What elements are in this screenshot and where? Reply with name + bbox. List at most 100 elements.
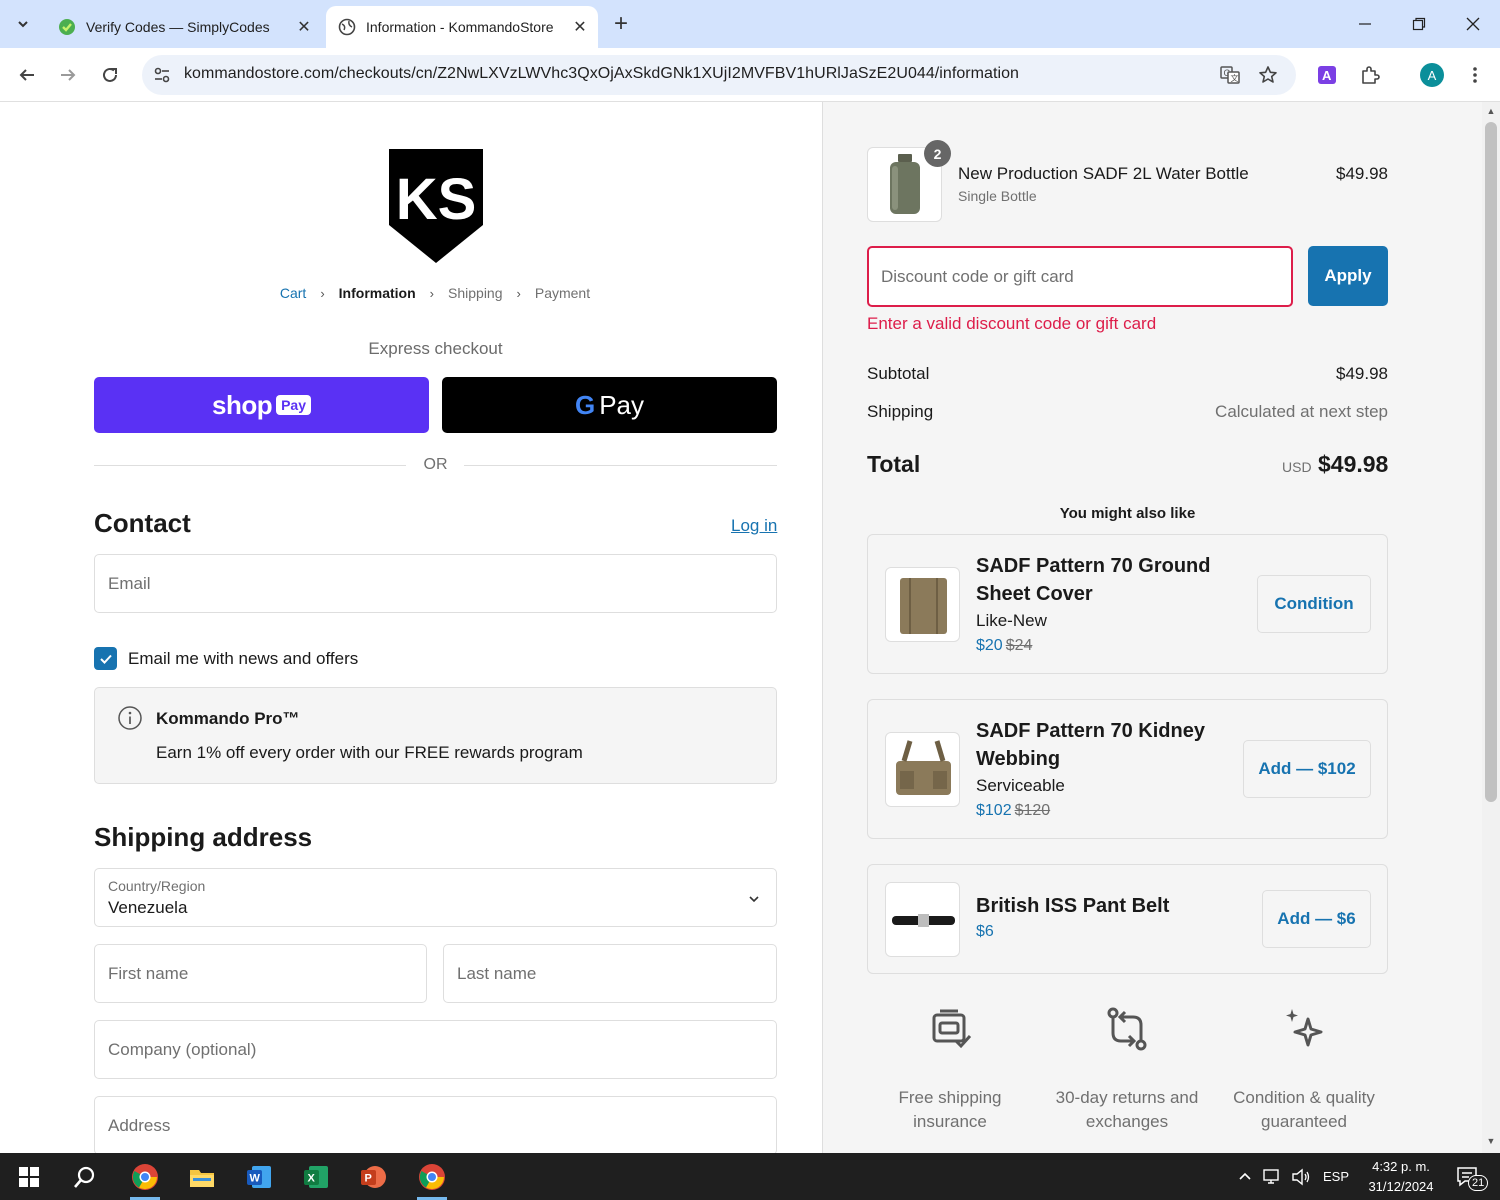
upsell-price: $6 <box>976 923 994 941</box>
shop-pay-button[interactable]: shop Pay <box>94 377 429 433</box>
news-offers-label[interactable]: Email me with news and offers <box>128 649 358 669</box>
quantity-badge: 2 <box>924 140 951 167</box>
page-scrollbar[interactable]: ▲ ▼ <box>1482 102 1500 1153</box>
first-name-field[interactable]: First name <box>94 944 427 1003</box>
bookmark-star-icon[interactable] <box>1254 61 1282 89</box>
last-name-field[interactable]: Last name <box>443 944 777 1003</box>
close-icon <box>1466 17 1480 31</box>
subtotal-value: $49.98 <box>1336 364 1388 383</box>
upsell-card: British ISS Pant Belt $6 Add — $6 <box>867 864 1388 974</box>
apply-discount-button[interactable]: Apply <box>1308 246 1388 306</box>
profile-initial: A <box>1427 67 1437 83</box>
notification-center-button[interactable]: 21 <box>1448 1153 1489 1200</box>
or-label: OR <box>423 456 448 473</box>
restore-button[interactable] <box>1392 0 1446 48</box>
country-value: Venezuela <box>108 898 188 917</box>
sparkle-quality-icon <box>1286 1009 1323 1047</box>
tab-title: Information - KommandoStore <box>366 19 554 35</box>
taskbar-word[interactable]: W <box>234 1153 284 1200</box>
tab-simplycodes[interactable]: Verify Codes — SimplyCodes ✕ <box>46 6 322 48</box>
email-field[interactable]: Email <box>94 554 777 613</box>
upsell-add-button[interactable]: Add — $102 <box>1243 740 1371 798</box>
back-button[interactable] <box>10 58 44 92</box>
search-button[interactable] <box>60 1153 110 1200</box>
start-button[interactable] <box>4 1153 54 1200</box>
restore-icon <box>1412 17 1426 31</box>
info-icon <box>118 706 142 730</box>
url-text: kommandostore.com/checkouts/cn/Z2NwLXVzL… <box>184 65 1019 82</box>
product-price: $49.98 <box>1336 164 1388 183</box>
minimize-button[interactable] <box>1338 0 1392 48</box>
discount-placeholder: Discount code or gift card <box>881 267 1074 286</box>
windows-logo-icon <box>19 1166 39 1187</box>
upsell-price: $102 $120 <box>976 802 1050 820</box>
breadcrumb-cart[interactable]: Cart <box>280 285 306 301</box>
browser-tab-bar: Verify Codes — SimplyCodes ✕ Information… <box>0 0 1500 48</box>
upsell-add-button[interactable]: Add — $6 <box>1262 890 1371 948</box>
shop-pay-badge: Pay <box>276 395 312 415</box>
tab-kommandostore[interactable]: Information - KommandoStore ✕ <box>326 6 598 48</box>
taskbar-excel[interactable]: X <box>291 1153 341 1200</box>
kommandostore-logo[interactable]: KS <box>387 147 485 265</box>
tab-search-button[interactable] <box>8 10 38 38</box>
extensions-puzzle-icon[interactable] <box>1356 61 1384 89</box>
google-pay-word: Pay <box>599 389 645 420</box>
reload-icon <box>103 67 117 82</box>
address-bar[interactable]: kommandostore.com/checkouts/cn/Z2NwLXVzL… <box>142 55 1296 95</box>
taskbar-powerpoint[interactable]: P <box>348 1153 398 1200</box>
upsell-name: SADF Pattern 70 Kidney Webbing <box>976 720 1205 770</box>
close-tab-icon[interactable]: ✕ <box>292 15 316 39</box>
close-tab-icon[interactable]: ✕ <box>568 15 592 39</box>
pro-title: Kommando Pro™ <box>156 709 300 728</box>
country-select[interactable]: Country/Region Venezuela <box>94 868 777 927</box>
taskbar-chrome[interactable] <box>120 1153 170 1200</box>
chevron-right-icon: › <box>429 285 435 301</box>
show-hidden-icons-button[interactable] <box>1234 1153 1256 1200</box>
new-tab-button[interactable]: + <box>606 10 636 38</box>
network-icon[interactable] <box>1261 1153 1285 1200</box>
upsell-card: SADF Pattern 70 Ground Sheet Cover Like-… <box>867 534 1388 674</box>
address-field[interactable]: Address <box>94 1096 777 1155</box>
upsell-name: British ISS Pant Belt <box>976 895 1170 917</box>
login-link[interactable]: Log in <box>731 516 777 536</box>
upsell-condition-button[interactable]: Condition <box>1257 575 1371 633</box>
returns-exchange-icon <box>1107 1007 1147 1051</box>
reload-button[interactable] <box>93 58 127 92</box>
discount-code-input[interactable]: Discount code or gift card <box>867 246 1293 307</box>
upsell-price-old: $24 <box>1005 637 1033 654</box>
shipping-label: Shipping <box>867 402 934 421</box>
express-checkout-label: Express checkout <box>368 339 503 358</box>
last-name-placeholder: Last name <box>457 964 537 983</box>
upsell-heading: You might also like <box>1059 505 1196 522</box>
product-name: New Production SADF 2L Water Bottle <box>958 164 1249 183</box>
system-clock[interactable]: 4:32 p. m. 31/12/2024 <box>1356 1157 1446 1197</box>
company-field[interactable]: Company (optional) <box>94 1020 777 1079</box>
shop-pay-word: shop <box>211 389 273 420</box>
scrollbar-thumb[interactable] <box>1485 122 1497 802</box>
upsell-thumbnail <box>885 732 960 807</box>
scroll-down-arrow-icon[interactable]: ▼ <box>1486 1136 1496 1146</box>
site-settings-icon[interactable] <box>148 61 176 89</box>
scroll-up-arrow-icon[interactable]: ▲ <box>1486 106 1496 116</box>
kidney-webbing-image <box>896 740 951 795</box>
total-value: $49.98 <box>1318 451 1389 477</box>
taskbar-chrome-profile[interactable] <box>407 1153 457 1200</box>
logo-text: KS <box>396 167 477 232</box>
volume-icon[interactable] <box>1289 1153 1313 1200</box>
extension-a-icon[interactable]: A <box>1313 61 1341 89</box>
news-offers-checkbox[interactable] <box>94 647 117 670</box>
pro-text: Earn 1% off every order with our FREE re… <box>156 743 583 762</box>
upsell-thumbnail <box>885 567 960 642</box>
svg-text:X: X <box>308 1172 316 1184</box>
chrome-menu-icon[interactable] <box>1461 61 1489 89</box>
profile-avatar[interactable]: A <box>1418 61 1446 89</box>
input-language[interactable]: ESP <box>1318 1153 1354 1200</box>
forward-button[interactable] <box>51 58 85 92</box>
close-window-button[interactable] <box>1446 0 1500 48</box>
upsell-price-current: $20 <box>976 637 1003 654</box>
google-pay-button[interactable]: G Pay <box>442 377 777 433</box>
taskbar-file-explorer[interactable] <box>177 1153 227 1200</box>
svg-text:文: 文 <box>1231 73 1239 83</box>
total-currency: USD <box>1282 459 1312 475</box>
translate-icon[interactable]: G文 <box>1216 61 1244 89</box>
